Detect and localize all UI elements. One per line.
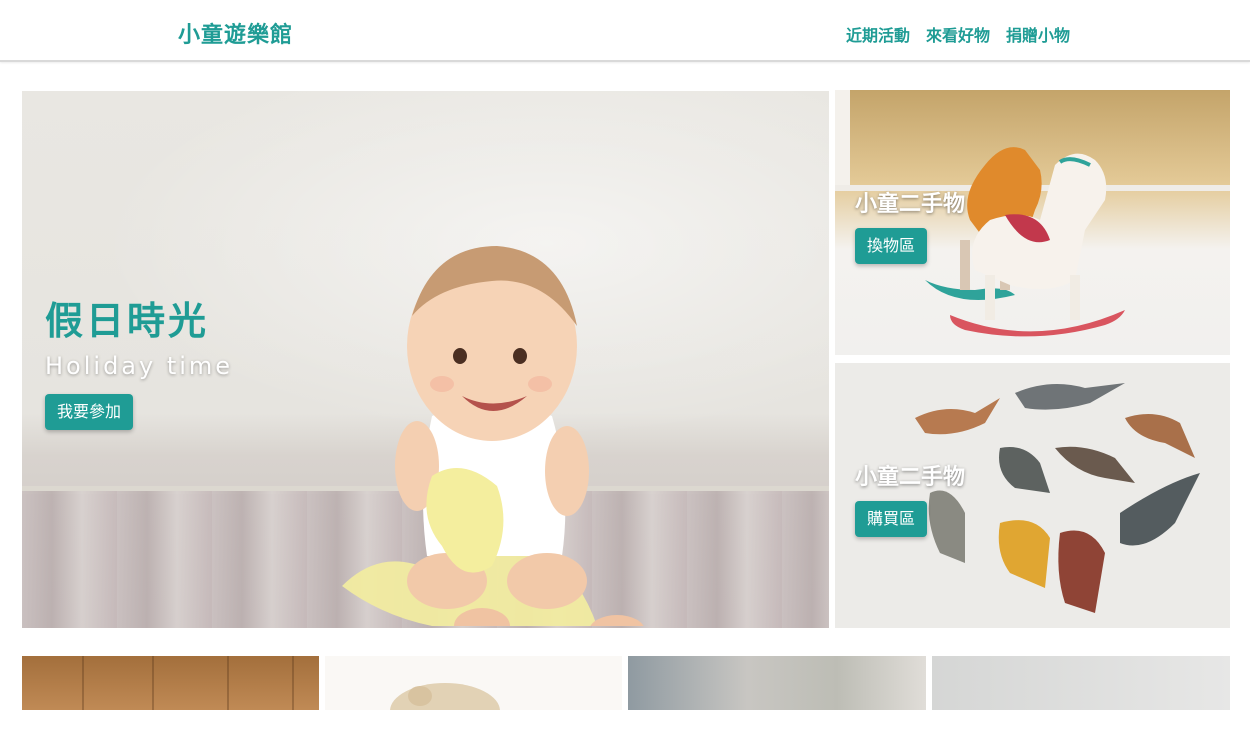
hero-title: 假日時光 (45, 299, 210, 343)
baby-photo (342, 246, 644, 626)
purchase-card[interactable]: 小童二手物 購買區 (835, 363, 1230, 628)
bottom-card-4[interactable] (932, 656, 1230, 710)
hero-text-block: 假日時光 Holiday time 我要參加 (45, 296, 233, 430)
bottom-card-1[interactable] (22, 656, 319, 710)
teddy-bear-photo (390, 683, 500, 710)
nav-link-donate-items[interactable]: 捐贈小物 (1006, 24, 1070, 48)
exchange-card-title: 小童二手物 (855, 192, 966, 217)
wood-plank-line (227, 656, 229, 710)
wood-plank-line (292, 656, 294, 710)
bottom-card-3[interactable] (628, 656, 926, 710)
purchase-area-button[interactable]: 購買區 (855, 501, 928, 537)
main-nav: 近期活動 來看好物 捐贈小物 (846, 24, 1070, 48)
bottom-card-2[interactable] (325, 656, 622, 710)
site-header: 小童遊樂館 近期活動 來看好物 捐贈小物 (0, 0, 1250, 62)
nav-link-featured-items[interactable]: 來看好物 (926, 24, 990, 48)
nav-link-recent-events[interactable]: 近期活動 (846, 24, 910, 48)
site-logo[interactable]: 小童遊樂館 (178, 20, 293, 52)
wood-plank-line (82, 656, 84, 710)
purchase-card-title: 小童二手物 (855, 465, 966, 490)
exchange-area-button[interactable]: 換物區 (855, 228, 928, 264)
hero-banner: 假日時光 Holiday time 我要參加 (22, 91, 829, 628)
wood-plank-line (152, 656, 154, 710)
join-button[interactable]: 我要參加 (45, 394, 134, 430)
purchase-card-text: 小童二手物 購買區 (855, 463, 965, 537)
hero-subtitle: Holiday time (45, 352, 234, 380)
exchange-card-text: 小童二手物 換物區 (855, 190, 965, 264)
exchange-card[interactable]: 小童二手物 換物區 (835, 90, 1230, 355)
